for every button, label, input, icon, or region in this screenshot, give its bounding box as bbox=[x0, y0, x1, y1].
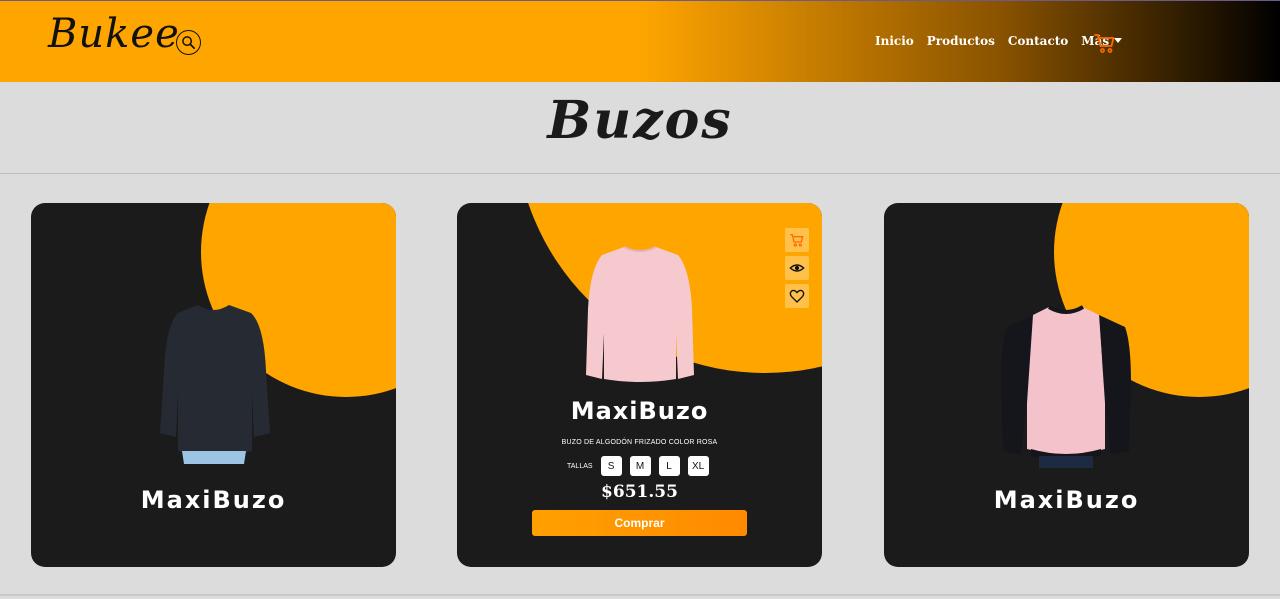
eye-icon bbox=[789, 264, 805, 272]
product-card[interactable]: MaxiBuzo BUZO DE ALGODÓN FRIZADO COLOR R… bbox=[457, 203, 822, 567]
size-option-l[interactable]: L bbox=[658, 456, 680, 476]
product-actions bbox=[785, 228, 809, 308]
product-price: $651.55 bbox=[601, 482, 678, 502]
product-name: MaxiBuzo bbox=[570, 397, 709, 425]
cart-button[interactable] bbox=[1093, 31, 1117, 55]
navbar: Bukee Inicio Productos Contacto Más bbox=[0, 0, 1280, 82]
product-card[interactable]: MaxiBuzo bbox=[884, 203, 1249, 567]
title-band: Buzos bbox=[0, 82, 1280, 174]
cart-icon bbox=[790, 234, 804, 247]
search-button[interactable] bbox=[176, 30, 201, 55]
product-name: MaxiBuzo bbox=[140, 486, 287, 514]
product-description: BUZO DE ALGODÓN FRIZADO COLOR ROSA bbox=[561, 439, 718, 446]
search-icon bbox=[182, 36, 195, 49]
nav-link-productos[interactable]: Productos bbox=[927, 34, 995, 48]
nav-link-inicio[interactable]: Inicio bbox=[875, 34, 914, 48]
add-to-cart-button[interactable] bbox=[785, 228, 809, 252]
nav-link-contacto[interactable]: Contacto bbox=[1008, 34, 1068, 48]
size-option-m[interactable]: M bbox=[629, 456, 651, 476]
brand-logo[interactable]: Bukee bbox=[48, 11, 180, 57]
size-selector: TALLAS S M L XL bbox=[567, 456, 709, 476]
cart-icon bbox=[1094, 34, 1115, 53]
sizes-label: TALLAS bbox=[567, 462, 593, 470]
heart-icon bbox=[789, 289, 805, 303]
quick-view-button[interactable] bbox=[785, 256, 809, 280]
wishlist-button[interactable] bbox=[785, 284, 809, 308]
footer-divider bbox=[0, 594, 1280, 596]
product-name: MaxiBuzo bbox=[993, 486, 1140, 514]
main-nav: Inicio Productos Contacto Más bbox=[875, 34, 1123, 48]
size-option-xl[interactable]: XL bbox=[687, 456, 709, 476]
product-image bbox=[1001, 305, 1131, 468]
product-image bbox=[160, 305, 270, 464]
product-card[interactable]: MaxiBuzo bbox=[31, 203, 396, 567]
page-title: Buzos bbox=[547, 90, 733, 151]
product-image bbox=[586, 246, 694, 382]
size-option-s[interactable]: S bbox=[600, 456, 622, 476]
buy-button[interactable]: Comprar bbox=[532, 510, 747, 536]
